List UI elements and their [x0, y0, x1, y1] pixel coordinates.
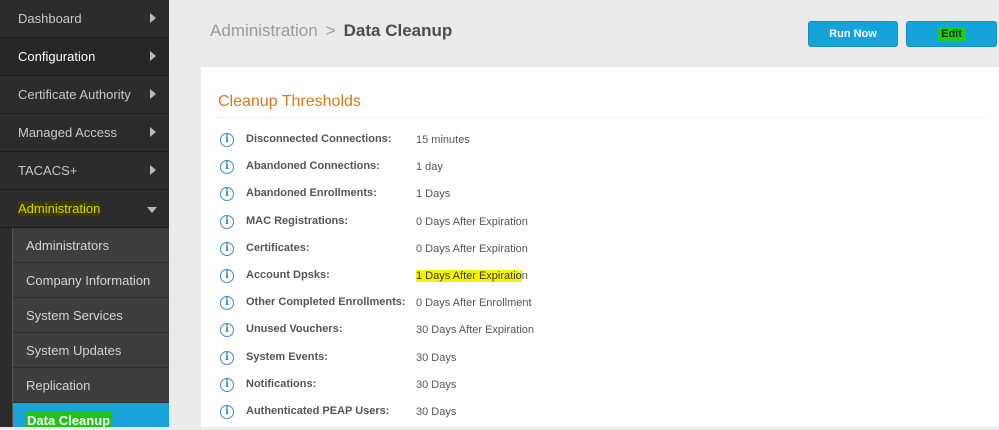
sidebar-subitem-system-updates[interactable]: System Updates: [13, 333, 169, 368]
run-now-button[interactable]: Run Now: [808, 21, 898, 47]
threshold-row: i Other Completed Enrollments: 0 Days Af…: [220, 294, 980, 321]
threshold-label: System Events:: [246, 350, 328, 363]
threshold-value: 1 Days After Expiration: [416, 269, 528, 282]
sidebar-subitem-administrators[interactable]: Administrators: [13, 228, 169, 263]
info-icon[interactable]: i: [220, 296, 234, 311]
threshold-label: Account Dpsks:: [246, 268, 330, 281]
info-icon[interactable]: i: [220, 133, 234, 147]
info-icon[interactable]: i: [220, 350, 234, 365]
info-icon[interactable]: i: [220, 268, 234, 283]
threshold-row: i MAC Registrations: 0 Days After Expira…: [220, 213, 980, 240]
threshold-label: Abandoned Connections:: [246, 160, 380, 173]
threshold-value: 30 Days After Expiration: [416, 324, 535, 337]
sidebar-subitem-replication[interactable]: Replication: [13, 368, 169, 403]
threshold-label: Abandoned Enrollments:: [246, 187, 377, 200]
threshold-value: 30 Days: [416, 405, 457, 418]
sidebar-item-certificate-authority[interactable]: Certificate Authority: [0, 76, 169, 114]
sidebar-item-dashboard[interactable]: Dashboard: [0, 0, 169, 38]
sidebar-item-label: Configuration: [18, 49, 96, 64]
sidebar-item-label: Administration: [18, 201, 101, 216]
threshold-row: i Unused Vouchers: 30 Days After Expirat…: [220, 321, 980, 348]
threshold-row: i Notifications: 30 Days: [220, 376, 980, 403]
info-icon[interactable]: i: [220, 241, 234, 256]
cleanup-panel: Cleanup Thresholds i Disconnected Connec…: [201, 67, 999, 427]
threshold-value: 0 Days After Enrollment: [416, 297, 532, 310]
threshold-label: Certificates:: [246, 241, 310, 254]
threshold-value: 1 day: [416, 161, 443, 174]
sidebar-item-label: TACACS+: [18, 163, 78, 178]
run-now-label: Run Now: [829, 28, 877, 40]
threshold-value-rest: n: [521, 269, 528, 282]
breadcrumb-separator: >: [325, 21, 336, 40]
sidebar-subitem-label: Data Cleanup: [25, 411, 113, 427]
info-icon[interactable]: i: [220, 323, 234, 338]
threshold-value-highlighted: 1 Days After Expiratio: [416, 269, 522, 282]
thresholds-list: i Disconnected Connections: 15 minutes i…: [220, 131, 980, 430]
threshold-value: 15 minutes: [416, 134, 470, 146]
threshold-value: 30 Days: [416, 351, 457, 364]
sidebar-subitem-label: System Updates: [26, 342, 122, 358]
info-icon[interactable]: i: [220, 160, 234, 175]
sidebar-submenu-administration: Administrators Company Information Syste…: [12, 228, 169, 427]
sidebar-item-configuration[interactable]: Configuration: [0, 38, 169, 76]
panel-title: Cleanup Thresholds: [218, 93, 361, 110]
threshold-row: i System Events: 30 Days: [220, 349, 980, 376]
info-icon[interactable]: i: [220, 214, 234, 229]
threshold-label: Disconnected Connections:: [246, 133, 392, 145]
edit-button[interactable]: Edit: [906, 21, 997, 47]
sidebar-subitem-data-cleanup[interactable]: Data Cleanup: [13, 403, 169, 427]
chevron-right-icon: [150, 127, 156, 137]
breadcrumb-parent[interactable]: Administration: [210, 21, 318, 40]
sidebar-subitem-label: Replication: [26, 377, 91, 393]
breadcrumb: Administration > Data Cleanup: [210, 21, 452, 41]
edit-label: Edit: [938, 27, 965, 41]
threshold-label: Unused Vouchers:: [246, 323, 343, 336]
sidebar-subitem-company-information[interactable]: Company Information: [13, 263, 169, 298]
threshold-value: 30 Days: [416, 378, 457, 391]
chevron-right-icon: [150, 165, 156, 175]
sidebar-item-tacacs[interactable]: TACACS+: [0, 152, 169, 190]
threshold-label: Notifications:: [246, 377, 317, 390]
info-icon[interactable]: i: [220, 404, 234, 419]
threshold-row: i Account Dpsks: 1 Days After Expiration: [220, 267, 980, 294]
sidebar-item-label: Managed Access: [18, 125, 118, 140]
sidebar-subitem-label: Company Information: [26, 272, 151, 288]
sidebar-item-label: Dashboard: [18, 11, 82, 26]
sidebar-subitem-label: Administrators: [26, 237, 110, 253]
threshold-row: i Authenticated PEAP Users: 30 Days: [220, 403, 980, 430]
sidebar-subitem-label: System Services: [26, 307, 123, 323]
page-title: Data Cleanup: [343, 21, 453, 40]
sidebar: Dashboard Configuration Certificate Auth…: [0, 0, 169, 427]
sidebar-item-managed-access[interactable]: Managed Access: [0, 114, 169, 152]
chevron-right-icon: [150, 13, 156, 23]
threshold-value: 1 Days: [416, 188, 451, 201]
info-icon[interactable]: i: [220, 187, 234, 202]
threshold-row: i Certificates: 0 Days After Expiration: [220, 240, 980, 267]
chevron-down-icon: [147, 207, 157, 213]
threshold-value: 0 Days After Expiration: [416, 215, 528, 228]
chevron-right-icon: [150, 51, 156, 61]
threshold-row: i Disconnected Connections: 15 minutes: [220, 131, 980, 158]
chevron-right-icon: [150, 89, 156, 99]
sidebar-subitem-system-services[interactable]: System Services: [13, 298, 169, 333]
threshold-label: Other Completed Enrollments:: [246, 296, 406, 309]
divider: [218, 117, 985, 118]
threshold-row: i Abandoned Enrollments: 1 Days: [220, 185, 980, 212]
threshold-row: i Abandoned Connections: 1 day: [220, 158, 980, 185]
sidebar-item-administration[interactable]: Administration: [0, 190, 169, 228]
threshold-value: 0 Days After Expiration: [416, 242, 528, 255]
threshold-label: MAC Registrations:: [246, 214, 349, 227]
threshold-label: Authenticated PEAP Users:: [246, 404, 390, 417]
info-icon[interactable]: i: [220, 377, 234, 392]
sidebar-item-label: Certificate Authority: [18, 87, 131, 102]
